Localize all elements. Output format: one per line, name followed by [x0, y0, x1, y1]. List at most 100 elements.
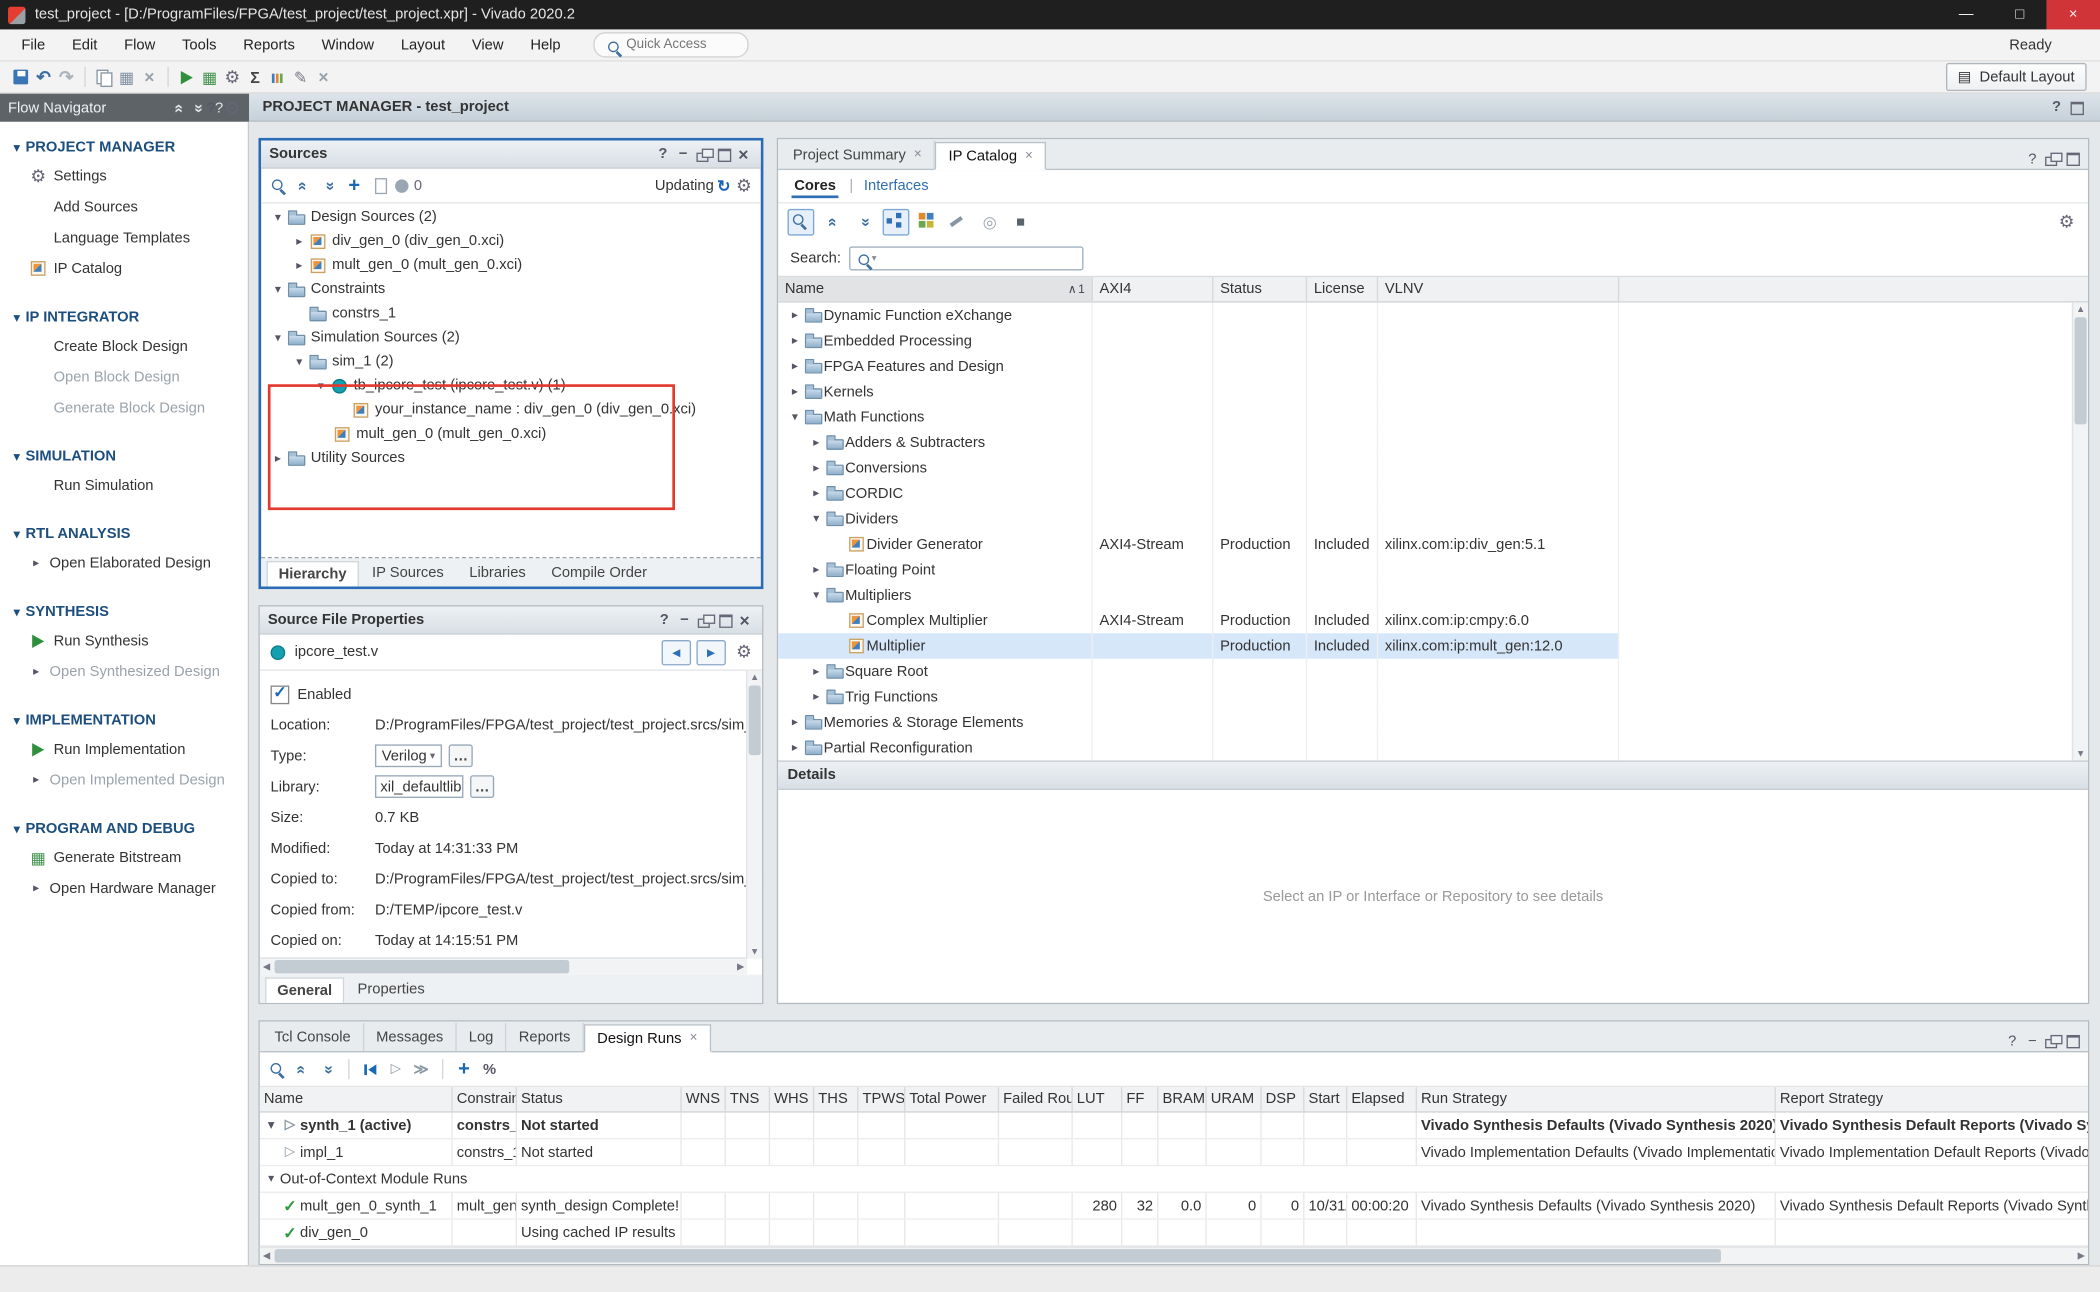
column-tpws[interactable]: TPWS	[858, 1087, 905, 1111]
menu-view[interactable]: View	[458, 33, 516, 57]
collapse-all-icon[interactable]	[292, 1059, 312, 1079]
sidebar-item-open-elaborated-design[interactable]: Open Elaborated Design	[0, 548, 248, 579]
float-icon[interactable]	[695, 610, 714, 630]
chevron-right-icon[interactable]	[808, 562, 825, 577]
maximize-icon[interactable]	[2063, 1031, 2083, 1051]
sidebar-item-run-synthesis[interactable]: Run Synthesis	[0, 625, 248, 656]
scroll-down-icon[interactable]: ▼	[2073, 747, 2088, 760]
sidebar-item-settings[interactable]: Settings	[0, 161, 248, 192]
scrollbar-thumb[interactable]	[275, 960, 570, 973]
minimize-button[interactable]: —	[1939, 0, 1993, 29]
float-icon[interactable]	[2042, 1031, 2062, 1051]
step-runs-icon[interactable]	[411, 1059, 431, 1079]
tree-row-constraints[interactable]: Constraints	[261, 277, 761, 301]
column-uram[interactable]: URAM	[1207, 1087, 1262, 1111]
menu-window[interactable]: Window	[308, 33, 387, 57]
type-browse-button[interactable]	[449, 744, 473, 767]
float-icon[interactable]	[2042, 149, 2062, 169]
tree-row-sim-1[interactable]: sim_1 (2)	[261, 349, 761, 373]
sidebar-item-run-implementation[interactable]: Run Implementation	[0, 734, 248, 765]
run-group-out-of-context[interactable]: Out-of-Context Module Runs	[260, 1166, 2088, 1193]
ip-row-dynamic-function-exchange[interactable]: Dynamic Function eXchange	[778, 303, 2088, 328]
tree-row-simulation-sources[interactable]: Simulation Sources (2)	[261, 325, 761, 349]
expand-all-icon[interactable]	[852, 210, 876, 234]
scroll-up-icon[interactable]: ▲	[747, 671, 762, 684]
tree-row-mult-gen-0[interactable]: mult_gen_0 (mult_gen_0.xci)	[261, 253, 761, 277]
chevron-right-icon[interactable]	[786, 359, 803, 374]
gear-icon[interactable]	[734, 175, 754, 195]
close-icon[interactable]	[313, 67, 333, 87]
chevron-right-icon[interactable]	[786, 740, 803, 755]
settings-icon[interactable]	[222, 67, 242, 87]
ip-row-embedded-processing[interactable]: Embedded Processing	[778, 328, 2088, 353]
chevron-down-icon[interactable]	[786, 410, 803, 425]
sfp-panel-header[interactable]: Source File Properties	[260, 607, 762, 635]
tab-project-summary[interactable]: Project Summary×	[781, 141, 935, 169]
maximize-icon[interactable]	[2067, 97, 2087, 117]
column-start[interactable]: Start	[1304, 1087, 1347, 1111]
chevron-right-icon[interactable]	[808, 664, 825, 679]
help-icon[interactable]	[2002, 1031, 2022, 1051]
hierarchy-view-icon[interactable]	[883, 209, 910, 236]
collapse-all-icon[interactable]	[821, 210, 845, 234]
gear-icon[interactable]	[734, 642, 754, 662]
quick-access-search[interactable]	[593, 32, 748, 57]
close-button[interactable]: ×	[2046, 0, 2100, 29]
create-run-icon[interactable]	[454, 1059, 474, 1079]
type-select[interactable]: Verilog▾	[375, 744, 442, 767]
chevron-right-icon[interactable]	[808, 486, 825, 501]
tree-row-design-sources[interactable]: Design Sources (2)	[261, 205, 761, 229]
sidebar-item-language-templates[interactable]: Language Templates	[0, 222, 248, 253]
delete-icon[interactable]	[139, 67, 159, 87]
section-program-and-debug[interactable]: PROGRAM AND DEBUG	[0, 815, 248, 842]
ip-row-cordic[interactable]: CORDIC	[778, 481, 2088, 506]
maximize-icon[interactable]	[714, 144, 733, 164]
expand-all-icon[interactable]	[189, 98, 206, 118]
chevron-right-icon[interactable]	[786, 333, 803, 348]
ip-row-trig-functions[interactable]: Trig Functions	[778, 684, 2088, 709]
chevron-down-icon[interactable]	[312, 378, 329, 393]
section-synthesis[interactable]: SYNTHESIS	[0, 598, 248, 625]
ip-row-conversions[interactable]: Conversions	[778, 455, 2088, 480]
sidebar-item-open-implemented-design[interactable]: Open Implemented Design	[0, 764, 248, 795]
ip-search-input[interactable]: ▾	[849, 246, 1083, 270]
close-icon[interactable]: ×	[1025, 149, 1033, 164]
collapse-all-icon[interactable]	[171, 98, 188, 118]
sidebar-item-generate-block-design[interactable]: Generate Block Design	[0, 392, 248, 423]
section-implementation[interactable]: IMPLEMENTATION	[0, 707, 248, 734]
column-status[interactable]: Status	[1213, 277, 1307, 301]
library-input[interactable]: xil_defaultlib	[375, 775, 463, 798]
column-tns[interactable]: TNS	[726, 1087, 770, 1111]
sidebar-item-ip-catalog[interactable]: IP Catalog	[0, 253, 248, 284]
sidebar-item-open-block-design[interactable]: Open Block Design	[0, 361, 248, 392]
chevron-down-icon[interactable]	[269, 282, 286, 297]
tree-row-tb-ipcore-test[interactable]: tb_ipcore_test (ipcore_test.v) (1)	[261, 374, 761, 398]
column-whs[interactable]: WHS	[770, 1087, 814, 1111]
reset-runs-icon[interactable]	[360, 1059, 380, 1079]
menu-tools[interactable]: Tools	[169, 33, 230, 57]
tab-hierarchy[interactable]: Hierarchy	[267, 561, 359, 586]
chevron-right-icon[interactable]	[786, 384, 803, 399]
subtab-interfaces[interactable]: Interfaces	[864, 178, 929, 194]
redo-icon[interactable]	[56, 67, 76, 87]
scrollbar-thumb[interactable]	[749, 685, 761, 755]
forward-button[interactable]: ▶	[696, 639, 725, 664]
column-ths[interactable]: THS	[814, 1087, 858, 1111]
sidebar-item-open-synthesized-design[interactable]: Open Synthesized Design	[0, 656, 248, 687]
horizontal-scrollbar[interactable]: ◀ ▶	[260, 1246, 2088, 1263]
details-header[interactable]: Details	[778, 760, 2088, 789]
column-status[interactable]: Status	[517, 1087, 682, 1111]
expand-all-icon[interactable]	[317, 1059, 337, 1079]
close-icon[interactable]	[734, 144, 753, 164]
section-ip-integrator[interactable]: IP INTEGRATOR	[0, 304, 248, 331]
close-icon[interactable]	[735, 610, 754, 630]
chevron-down-icon[interactable]	[263, 1118, 280, 1133]
layout-selector[interactable]: ▤ Default Layout	[1946, 63, 2087, 91]
tree-row-your-instance-name[interactable]: your_instance_name : div_gen_0 (div_gen_…	[261, 398, 761, 422]
section-simulation[interactable]: SIMULATION	[0, 443, 248, 470]
sidebar-item-run-simulation[interactable]: Run Simulation	[0, 470, 248, 501]
chevron-down-icon[interactable]	[291, 354, 308, 369]
tab-ip-sources[interactable]: IP Sources	[360, 560, 456, 587]
tab-compile-order[interactable]: Compile Order	[539, 560, 659, 587]
chevron-right-icon[interactable]	[808, 435, 825, 450]
